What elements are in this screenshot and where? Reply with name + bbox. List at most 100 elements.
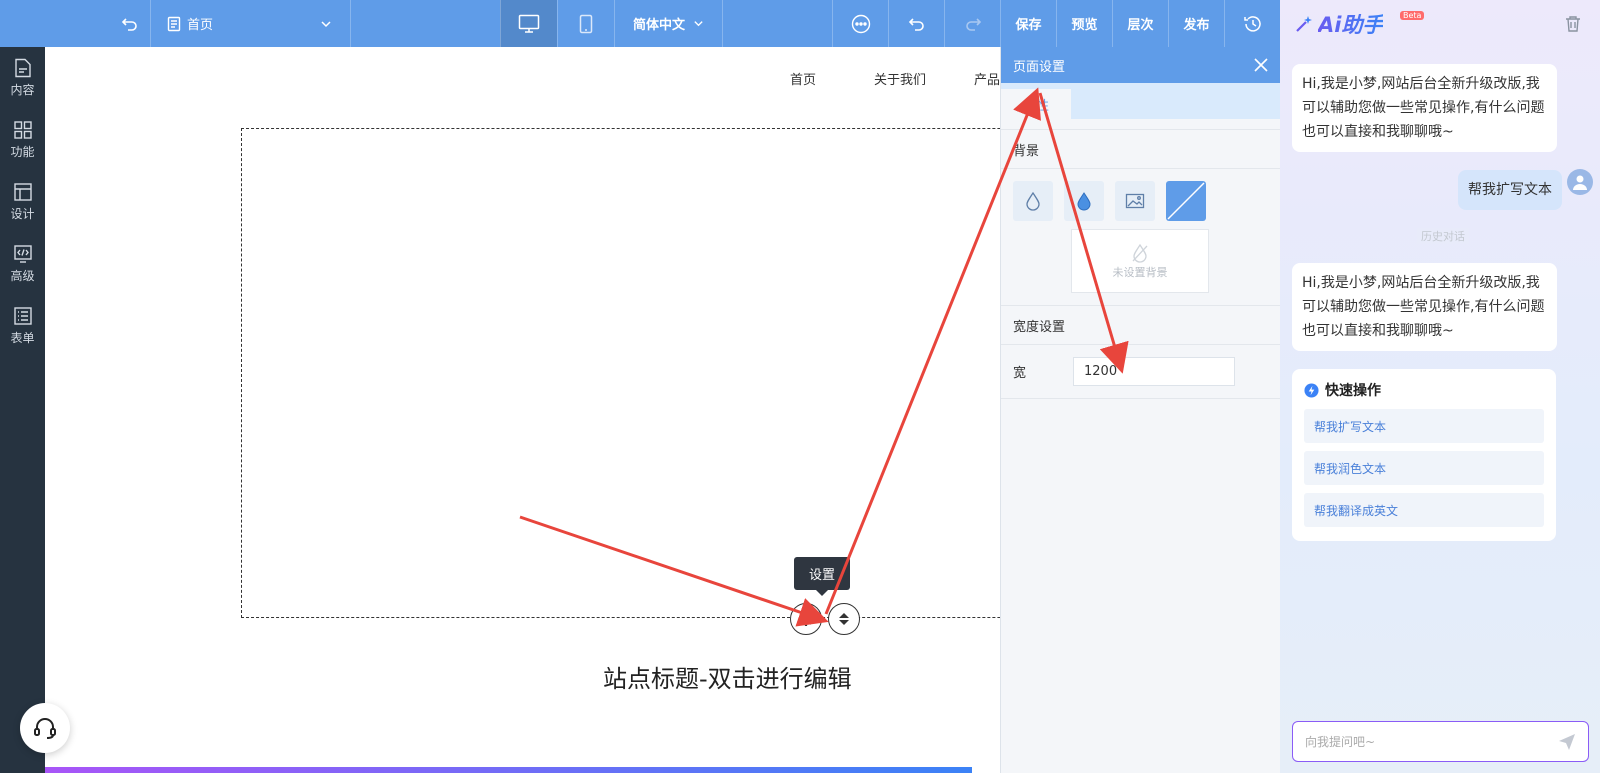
layers-label: 层次 [1127,18,1154,33]
ai-message: Hi,我是小梦,网站后台全新升级改版,我可以辅助您做一些常见操作,有什么问题也可… [1292,64,1557,152]
drop-slash-icon [1132,243,1148,263]
history-icon [1243,15,1261,32]
publish-button[interactable]: 发布 [1168,0,1224,47]
sidebar-item-content[interactable]: 内容 [0,47,45,109]
chevron-down-icon [694,21,703,27]
ai-assistant-panel: Ai助手 Beta Hi,我是小梦,网站后台全新升级改版,我可以辅助您做一些常见… [1280,0,1600,773]
sidebar-item-advanced[interactable]: 高级 [0,233,45,295]
tab-properties[interactable]: 属性 [1001,89,1071,119]
page-icon [167,16,181,31]
ai-message: Hi,我是小梦,网站后台全新升级改版,我可以辅助您做一些常见操作,有什么问题也可… [1292,263,1557,351]
reorder-button[interactable] [828,603,860,635]
width-section-title: 宽度设置 [1001,305,1280,345]
ai-header: Ai助手 Beta [1280,0,1600,47]
width-row: 宽 1200 [1001,345,1280,399]
preview-button[interactable]: 预览 [1056,0,1112,47]
magic-wand-icon [1296,15,1312,32]
headset-icon [34,718,56,739]
history-divider-text: 历史对话 [1417,228,1469,244]
lightning-icon [1304,382,1319,398]
quick-action-translate[interactable]: 帮我翻译成英文 [1304,493,1544,527]
sort-icon [839,613,849,625]
width-label: 宽 [1013,366,1027,381]
desktop-view-button[interactable] [500,0,557,47]
user-icon [1573,175,1587,190]
sidebar-item-function[interactable]: 功能 [0,109,45,171]
publish-label: 发布 [1183,18,1210,33]
ai-chat-input[interactable]: 向我提问吧~ [1292,721,1589,762]
sidebar-item-design[interactable]: 设计 [0,171,45,233]
sidebar-item-label: 功能 [10,145,35,159]
avatar [1567,169,1593,195]
more-button[interactable] [832,0,888,47]
page-select-label: 首页 [187,18,214,33]
quick-action-expand[interactable]: 帮我扩写文本 [1304,409,1544,443]
code-icon [13,245,32,263]
top-toolbar: 首页 简体中文 保存 预览 层次 发布 [0,0,1280,47]
page-select[interactable]: 首页 [150,0,350,47]
no-background-text: 未设置背景 [1112,266,1168,279]
layers-button[interactable]: 层次 [1112,0,1168,47]
ai-title: Ai助手 [1318,9,1383,39]
language-select[interactable]: 简体中文 [614,0,722,47]
quick-actions-title: 快速操作 [1304,379,1544,401]
layout-icon [13,183,32,201]
settings-button[interactable] [790,603,822,635]
background-options [1001,169,1280,229]
mobile-view-button[interactable] [557,0,614,47]
toolbar-spacer [350,0,500,47]
panel-title: 页面设置 [1013,59,1066,75]
undo-icon[interactable] [110,0,150,47]
undo-icon [908,17,924,31]
send-icon[interactable] [1558,733,1576,751]
desktop-icon [518,14,540,33]
background-preview: 未设置背景 [1071,229,1209,293]
editor-canvas[interactable]: 首页 关于我们 产品 设置 站点标题-双击进行编辑 [45,47,1000,773]
quick-action-polish[interactable]: 帮我润色文本 [1304,451,1544,485]
left-sidebar: 内容 功能 设计 高级 表单 [0,47,45,773]
nav-item-about[interactable]: 关于我们 [874,69,926,88]
form-icon [13,307,32,325]
loading-progress-bar [45,767,972,773]
sidebar-item-form[interactable]: 表单 [0,295,45,357]
banner-placeholder[interactable] [241,128,1000,618]
save-button[interactable]: 保存 [1000,0,1056,47]
close-icon[interactable] [1254,58,1268,72]
quick-actions: 快速操作 帮我扩写文本 帮我润色文本 帮我翻译成英文 [1292,369,1556,541]
sidebar-item-label: 内容 [10,83,35,97]
undo-button[interactable] [888,0,944,47]
page-settings-panel: 页面设置 属性 背景 未设置背景 宽度设置 宽 1200 [1000,47,1280,773]
redo-button[interactable] [944,0,1000,47]
no-background-icon [1167,182,1205,220]
bg-option-gradient[interactable] [1064,181,1104,221]
image-icon [1125,193,1145,209]
ai-input-placeholder: 向我提问吧~ [1305,735,1376,749]
sidebar-item-label: 设计 [10,207,35,221]
drop-filled-icon [1077,192,1091,211]
nav-item-home[interactable]: 首页 [790,69,816,88]
bg-option-none[interactable] [1166,181,1206,221]
nav-item-products[interactable]: 产品 [974,69,1000,88]
chevron-down-icon [321,20,331,27]
save-label: 保存 [1015,18,1042,33]
panel-header: 页面设置 [1001,47,1280,83]
toolbar-spacer [722,0,832,47]
history-button[interactable] [1224,0,1280,47]
language-label: 简体中文 [632,18,685,33]
mobile-icon [579,14,593,33]
file-icon [14,58,31,78]
beta-badge: Beta [1400,11,1425,20]
drop-outline-icon [1026,191,1040,211]
sidebar-item-label: 表单 [10,331,35,345]
gear-icon [799,612,813,626]
width-input[interactable]: 1200 [1073,357,1236,386]
customer-support-button[interactable] [20,703,70,753]
user-message: 帮我扩写文本 [1458,170,1562,210]
bg-option-color[interactable] [1013,181,1053,221]
more-icon [851,14,870,33]
grid-icon [13,121,32,139]
quick-actions-title-text: 快速操作 [1325,383,1381,399]
site-title[interactable]: 站点标题-双击进行编辑 [603,659,852,694]
bg-option-image[interactable] [1115,181,1155,221]
trash-icon[interactable] [1564,15,1582,33]
